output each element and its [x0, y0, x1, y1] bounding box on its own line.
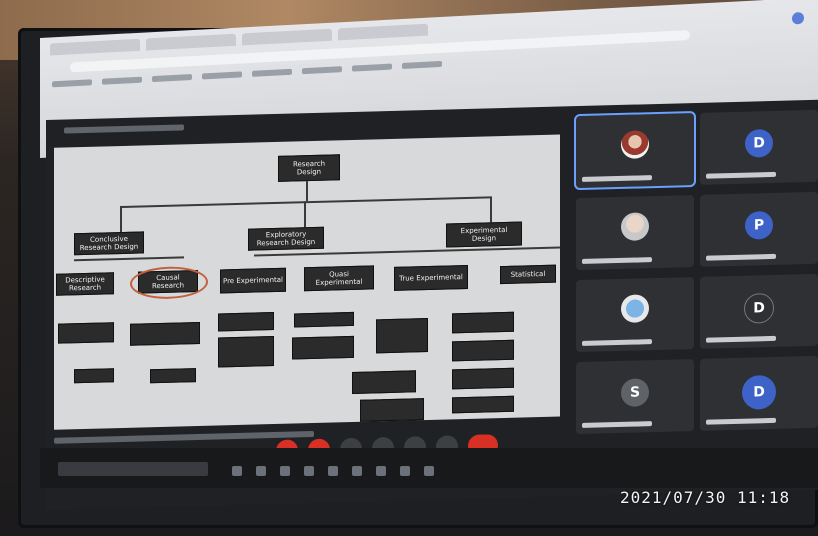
diagram-node: Pre Experimental	[220, 267, 286, 294]
participant-video	[621, 294, 649, 323]
diagram-leaf	[452, 339, 514, 362]
taskbar-search[interactable]	[58, 462, 208, 476]
diagram-leaf	[452, 395, 514, 414]
participant-tile[interactable]	[574, 110, 696, 191]
diagram-leaf	[150, 368, 196, 384]
diagram-node: Statistical	[500, 264, 556, 285]
photo-timestamp: 2021/07/30 11:18	[620, 488, 791, 507]
taskbar-icon[interactable]	[256, 466, 266, 476]
shared-slide: Research Design Conclusive Research Desi…	[54, 134, 560, 430]
participant-name	[706, 335, 776, 343]
participant-avatar: P	[745, 210, 773, 240]
connector	[120, 206, 122, 233]
diagram-leaf	[218, 336, 274, 368]
diagram-node: Descriptive Research	[56, 272, 114, 296]
taskbar-icon[interactable]	[352, 466, 362, 476]
participant-tile[interactable]: S	[576, 359, 694, 435]
bookmark[interactable]	[102, 76, 142, 85]
participant-name	[706, 171, 776, 179]
profile-icon[interactable]	[792, 11, 804, 25]
participant-tile[interactable]: D	[700, 355, 818, 431]
diagram-node: Quasi Experimental	[304, 265, 374, 292]
diagram-node: Exploratory Research Design	[248, 226, 324, 251]
diagram-leaf	[130, 321, 200, 346]
connector	[304, 201, 306, 228]
browser-tab[interactable]	[338, 23, 428, 41]
participant-name	[582, 421, 652, 428]
taskbar-icon[interactable]	[280, 466, 290, 476]
bookmark[interactable]	[302, 66, 342, 75]
taskbar-icon[interactable]	[328, 466, 338, 476]
browser-tab[interactable]	[242, 28, 332, 46]
diagram-leaf	[74, 368, 114, 384]
taskbar-icon[interactable]	[400, 466, 410, 476]
participant-tile[interactable]: P	[700, 191, 818, 267]
participant-name	[582, 257, 652, 264]
bookmark[interactable]	[402, 60, 442, 70]
diagram-leaf	[376, 317, 428, 354]
participant-name	[582, 175, 652, 182]
highlight-ellipse	[130, 265, 208, 300]
taskbar-icon[interactable]	[304, 466, 314, 476]
bookmark[interactable]	[152, 74, 192, 83]
browser-tab[interactable]	[50, 38, 140, 56]
diagram-node: True Experimental	[394, 264, 468, 291]
bookmark[interactable]	[52, 79, 92, 88]
diagram-node: Conclusive Research Design	[74, 231, 144, 256]
participant-video	[621, 212, 649, 241]
taskbar	[232, 466, 434, 476]
bookmark[interactable]	[252, 68, 292, 77]
bookmark[interactable]	[352, 63, 392, 72]
diagram-leaf	[294, 311, 354, 328]
participant-tile[interactable]: D	[700, 109, 818, 185]
participant-video	[621, 130, 649, 159]
connector	[306, 181, 308, 202]
diagram-node-root: Research Design	[278, 154, 340, 182]
diagram-leaf	[452, 367, 514, 390]
presentation-caption	[54, 430, 314, 444]
diagram-leaf	[352, 370, 416, 394]
participant-tile[interactable]	[576, 195, 694, 271]
taskbar-icon[interactable]	[376, 466, 386, 476]
connector	[490, 196, 492, 223]
participant-name	[706, 253, 776, 261]
participant-avatar: D	[742, 374, 776, 410]
browser-tab[interactable]	[146, 33, 236, 51]
participant-avatar: S	[621, 378, 649, 407]
participant-name	[582, 339, 652, 346]
participant-tile[interactable]	[576, 277, 694, 353]
participant-tile[interactable]: D	[700, 273, 818, 349]
participant-name	[706, 417, 776, 425]
participant-avatar: D	[745, 128, 773, 158]
taskbar-icon[interactable]	[232, 466, 242, 476]
diagram-leaf	[452, 311, 514, 334]
taskbar-icon[interactable]	[424, 466, 434, 476]
diagram-leaf	[292, 335, 354, 360]
meeting-title-bar	[64, 124, 184, 134]
connector	[74, 256, 184, 262]
bookmark[interactable]	[202, 71, 242, 80]
diagram-leaf	[360, 398, 424, 422]
participant-avatar: D	[744, 292, 774, 324]
diagram-leaf	[218, 312, 274, 332]
photo: Research Design Conclusive Research Desi…	[0, 0, 818, 536]
diagram-leaf	[58, 322, 114, 344]
diagram-node: Experimental Design	[446, 221, 522, 248]
